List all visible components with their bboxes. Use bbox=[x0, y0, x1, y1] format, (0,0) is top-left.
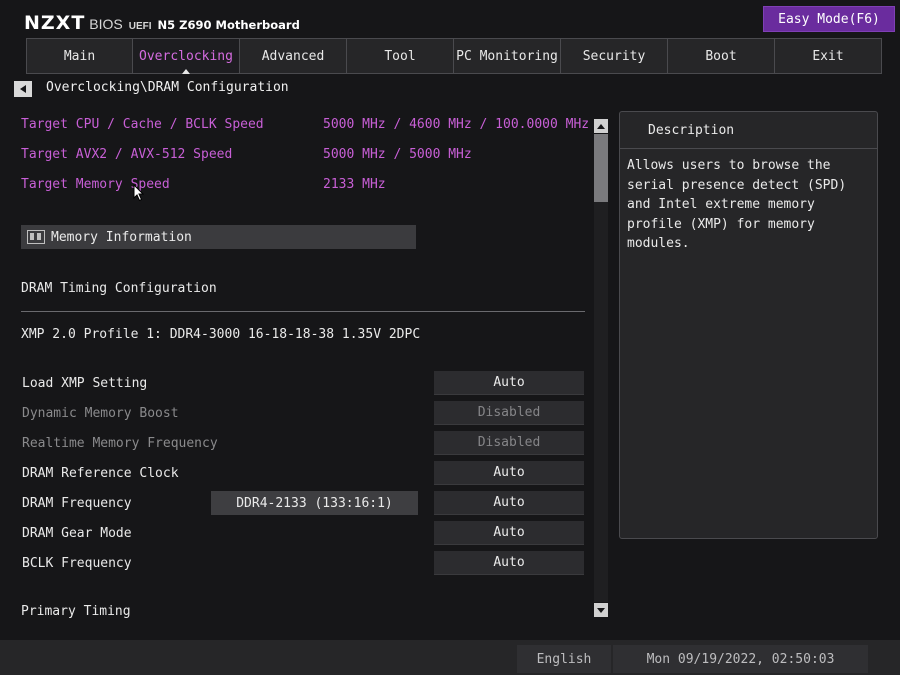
brand-uefi-label: UEFI bbox=[128, 21, 152, 32]
dram-frequency-label: DRAM Frequency bbox=[22, 496, 132, 511]
bclk-frequency-label: BCLK Frequency bbox=[22, 556, 132, 571]
section-divider bbox=[21, 311, 585, 312]
bclk-frequency-select[interactable]: Auto bbox=[434, 551, 584, 575]
language-selector[interactable]: English bbox=[517, 645, 611, 673]
brand-logo: NZXT BIOS UEFI N5 Z690 Motherboard bbox=[24, 12, 300, 34]
back-button[interactable] bbox=[14, 81, 32, 97]
realtime-memory-frequency-select: Disabled bbox=[434, 431, 584, 455]
tab-tool[interactable]: Tool bbox=[347, 38, 454, 74]
motherboard-model: N5 Z690 Motherboard bbox=[157, 18, 300, 32]
dram-reference-clock-label: DRAM Reference Clock bbox=[22, 466, 179, 481]
target-memory-value: 2133 MHz bbox=[323, 177, 386, 192]
dram-timing-heading: DRAM Timing Configuration bbox=[21, 281, 217, 296]
date-time-display[interactable]: Mon 09/19/2022, 02:50:03 bbox=[613, 645, 868, 673]
target-avx-label: Target AVX2 / AVX-512 Speed bbox=[21, 147, 233, 162]
tab-boot[interactable]: Boot bbox=[668, 38, 775, 74]
tab-pc-monitoring[interactable]: PC Monitoring bbox=[454, 38, 561, 74]
dram-frequency-select[interactable]: Auto bbox=[434, 491, 584, 515]
tab-main[interactable]: Main bbox=[26, 38, 133, 74]
tab-security[interactable]: Security bbox=[561, 38, 668, 74]
scrollbar-track[interactable] bbox=[594, 134, 608, 602]
scroll-down-button[interactable] bbox=[594, 603, 608, 617]
memory-module-icon bbox=[27, 230, 45, 244]
dram-frequency-info: DDR4-2133 (133:16:1) bbox=[211, 491, 418, 515]
target-cpu-value: 5000 MHz / 4600 MHz / 100.0000 MHz bbox=[323, 117, 590, 132]
tab-exit[interactable]: Exit bbox=[775, 38, 882, 74]
easy-mode-button[interactable]: Easy Mode(F6) bbox=[763, 6, 895, 32]
description-divider bbox=[620, 148, 877, 149]
back-arrow-icon bbox=[20, 85, 26, 93]
description-title: Description bbox=[648, 123, 735, 138]
breadcrumb: Overclocking\DRAM Configuration bbox=[46, 80, 289, 95]
description-text: Allows users to browse the serial presen… bbox=[627, 158, 847, 251]
brand-name: NZXT bbox=[24, 12, 86, 34]
dram-gear-mode-label: DRAM Gear Mode bbox=[22, 526, 132, 541]
arrow-up-icon bbox=[597, 123, 605, 129]
load-xmp-select[interactable]: Auto bbox=[434, 371, 584, 395]
xmp-profile-info: XMP 2.0 Profile 1: DDR4-3000 16-18-18-38… bbox=[21, 327, 421, 342]
target-avx-value: 5000 MHz / 5000 MHz bbox=[323, 147, 472, 162]
load-xmp-label: Load XMP Setting bbox=[22, 376, 148, 391]
realtime-memory-frequency-label: Realtime Memory Frequency bbox=[22, 436, 218, 451]
dram-reference-clock-select[interactable]: Auto bbox=[434, 461, 584, 485]
dynamic-memory-boost-select: Disabled bbox=[434, 401, 584, 425]
main-tabs: Main Overclocking Advanced Tool PC Monit… bbox=[26, 38, 883, 74]
brand-bios-label: BIOS bbox=[89, 16, 123, 32]
scrollbar-thumb[interactable] bbox=[594, 134, 608, 202]
target-memory-label: Target Memory Speed bbox=[21, 177, 170, 192]
mouse-cursor-icon bbox=[133, 184, 145, 202]
scroll-up-button[interactable] bbox=[594, 119, 608, 133]
dram-gear-mode-select[interactable]: Auto bbox=[434, 521, 584, 545]
dynamic-memory-boost-label: Dynamic Memory Boost bbox=[22, 406, 179, 421]
tab-overclocking[interactable]: Overclocking bbox=[133, 38, 240, 74]
tab-advanced[interactable]: Advanced bbox=[240, 38, 347, 74]
arrow-down-icon bbox=[597, 607, 605, 613]
memory-information-label: Memory Information bbox=[51, 229, 192, 245]
primary-timing-item[interactable]: Primary Timing bbox=[21, 604, 131, 619]
memory-information-item[interactable]: Memory Information bbox=[21, 225, 416, 249]
target-cpu-label: Target CPU / Cache / BCLK Speed bbox=[21, 117, 264, 132]
